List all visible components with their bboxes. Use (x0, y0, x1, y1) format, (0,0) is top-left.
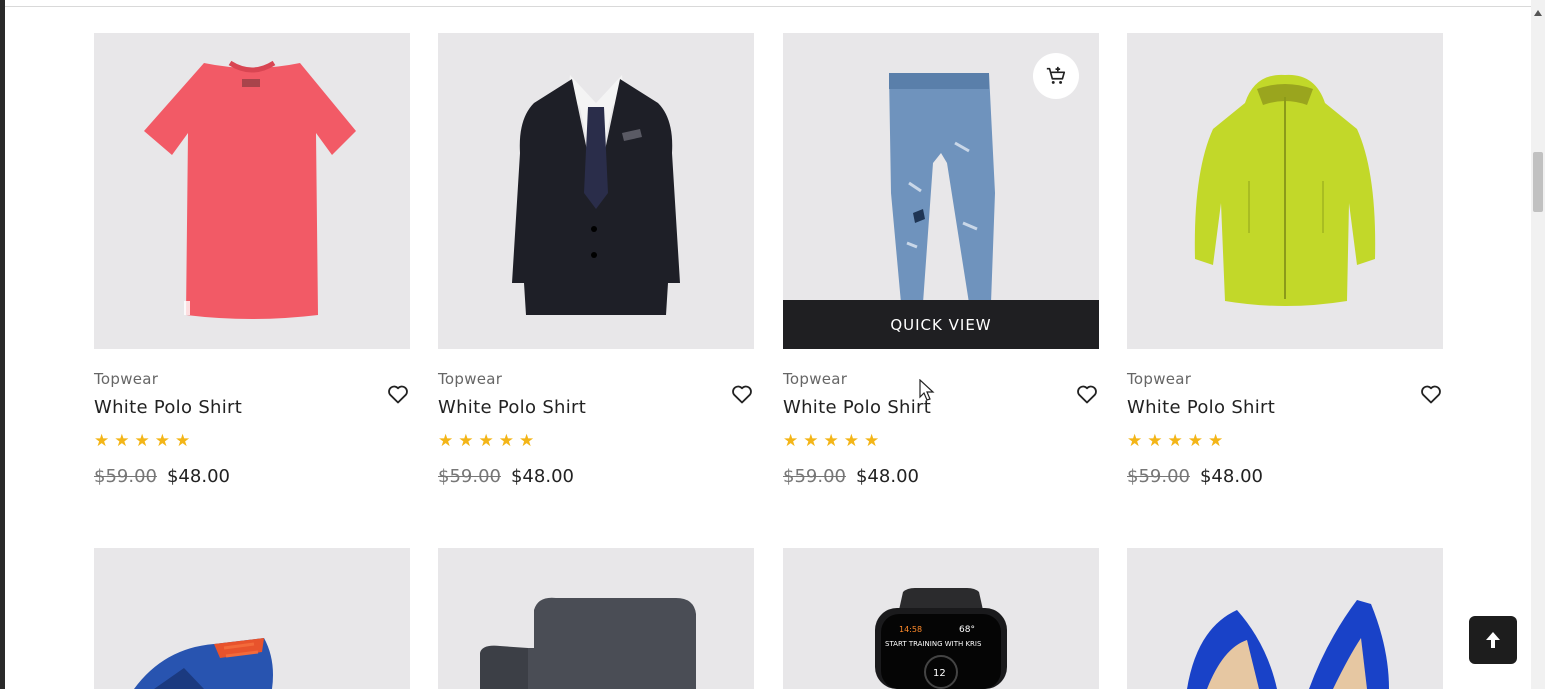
product-name[interactable]: White Polo Shirt (438, 397, 586, 418)
product-card[interactable]: Topwear White Polo Shirt ★★★★★ $59.00 $48… (94, 33, 410, 487)
price-row: $59.00 $48.00 (1127, 466, 1263, 487)
product-category: Topwear (438, 370, 503, 388)
scroll-up-arrow-icon[interactable] (1534, 10, 1542, 16)
scroll-thumb[interactable] (1533, 152, 1543, 212)
product-card[interactable]: Topwear White Polo Shirt ★★★★★ $59.00 $48… (1127, 33, 1443, 487)
product-card[interactable] (1127, 548, 1443, 689)
price-row: $59.00 $48.00 (783, 466, 919, 487)
product-image[interactable] (1127, 548, 1443, 689)
sale-price: $48.00 (166, 466, 230, 487)
mouse-cursor-icon (919, 379, 935, 401)
product-image[interactable]: 14:58 68° START TRAINING WITH KRIS 12 (783, 548, 1099, 689)
original-price: $59.00 (1127, 466, 1190, 487)
watch-band-text: START TRAINING WITH KRIS (885, 640, 982, 648)
original-price: $59.00 (438, 466, 501, 487)
product-image[interactable]: QUICK VIEW (783, 33, 1099, 349)
heart-icon[interactable] (386, 382, 410, 406)
heart-icon[interactable] (730, 382, 754, 406)
header-divider (5, 6, 1531, 7)
product-card[interactable]: QUICK VIEW Topwear White Polo Shirt ★★★★… (783, 33, 1099, 487)
heart-icon[interactable] (1075, 382, 1099, 406)
rating-stars: ★★★★★ (94, 431, 196, 451)
rating-stars: ★★★★★ (438, 431, 540, 451)
sale-price: $48.00 (510, 466, 574, 487)
watch-time: 14:58 (899, 625, 922, 634)
product-image[interactable] (94, 33, 410, 349)
sale-price: $48.00 (855, 466, 919, 487)
product-name[interactable]: White Polo Shirt (783, 397, 931, 418)
price-row: $59.00 $48.00 (438, 466, 574, 487)
price-row: $59.00 $48.00 (94, 466, 230, 487)
product-image[interactable] (1127, 33, 1443, 349)
watch-number: 12 (933, 668, 946, 679)
product-category: Topwear (783, 370, 848, 388)
add-to-cart-button[interactable] (1033, 53, 1079, 99)
product-card[interactable]: 14:58 68° START TRAINING WITH KRIS 12 (783, 548, 1099, 689)
product-card[interactable]: Topwear White Polo Shirt ★★★★★ $59.00 $48… (438, 33, 754, 487)
rating-stars: ★★★★★ (783, 431, 885, 451)
product-card[interactable] (438, 548, 754, 689)
heart-icon[interactable] (1419, 382, 1443, 406)
sale-price: $48.00 (1199, 466, 1263, 487)
arrow-up-icon (1486, 632, 1500, 648)
page-scrollbar[interactable] (1531, 0, 1545, 689)
product-category: Topwear (94, 370, 159, 388)
product-card[interactable] (94, 548, 410, 689)
add-to-cart-icon (1046, 66, 1066, 84)
product-image[interactable] (438, 33, 754, 349)
product-name[interactable]: White Polo Shirt (94, 397, 242, 418)
product-image[interactable] (438, 548, 754, 689)
original-price: $59.00 (783, 466, 846, 487)
product-category: Topwear (1127, 370, 1192, 388)
rating-stars: ★★★★★ (1127, 431, 1229, 451)
window-left-edge (0, 0, 5, 689)
quick-view-button[interactable]: QUICK VIEW (783, 300, 1099, 349)
product-name[interactable]: White Polo Shirt (1127, 397, 1275, 418)
back-to-top-button[interactable] (1469, 616, 1517, 664)
watch-temp: 68° (959, 625, 975, 635)
product-image[interactable] (94, 548, 410, 689)
original-price: $59.00 (94, 466, 157, 487)
